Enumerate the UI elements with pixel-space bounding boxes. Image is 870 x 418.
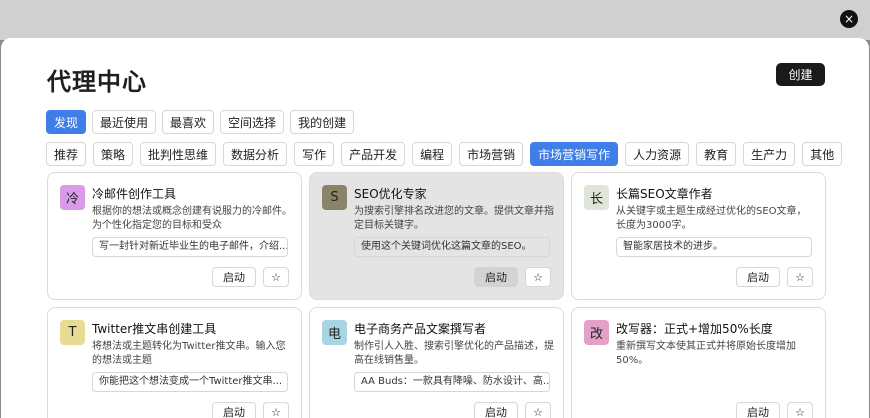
category-filter: 推荐 策略 批判性思维 数据分析 写作 产品开发 编程 市场营销 市场营销写作 人力资源 教育 生产力…: [46, 142, 843, 166]
category-3[interactable]: 数据分析: [223, 142, 288, 166]
category-10[interactable]: 教育: [696, 142, 737, 166]
agent-avatar-icon: 长: [584, 185, 609, 210]
tab-4[interactable]: 我的创建: [290, 110, 355, 134]
primary-tabs: 发现 最近使用 最喜欢 空间选择 我的创建: [46, 110, 355, 134]
agent-description: 重新撰写文本使其正式并将原始长度增加50%。: [616, 341, 796, 366]
agent-title: 电子商务产品文案撰写者: [354, 322, 487, 336]
category-11[interactable]: 生产力: [743, 142, 796, 166]
agent-description: 制作引人入胜、搜索引擎优化的产品描述，提高在线销售量。: [354, 341, 554, 366]
tab-2[interactable]: 最喜欢: [162, 110, 215, 134]
agent-title: 冷邮件创作工具: [92, 187, 177, 201]
backdrop: [0, 0, 870, 40]
star-icon[interactable]: ☆: [263, 402, 289, 418]
category-6[interactable]: 编程: [412, 142, 453, 166]
agent-card-grid: 冷冷邮件创作工具根据你的想法或概念创建有说服力的冷邮件。为个性化指定您的目标和受…: [47, 172, 827, 418]
star-icon[interactable]: ☆: [525, 267, 551, 287]
example-prompt-input[interactable]: 写一封针对新近毕业生的电子邮件，介绍...: [92, 237, 288, 257]
star-icon[interactable]: ☆: [787, 267, 813, 287]
start-button[interactable]: 启动: [212, 267, 256, 287]
category-1[interactable]: 策略: [93, 142, 134, 166]
category-4[interactable]: 写作: [294, 142, 335, 166]
agent-card[interactable]: T Twitter推文串创建工具将想法或主题转化为Twitter推文串。输入您的想…: [47, 307, 302, 418]
star-icon[interactable]: ☆: [525, 402, 551, 418]
agent-description: 将想法或主题转化为Twitter推文串。输入您的想法或主题: [92, 341, 286, 366]
category-5[interactable]: 产品开发: [341, 142, 406, 166]
category-8[interactable]: 市场营销写作: [530, 142, 619, 166]
agent-title: 改写器：正式+增加50%长度: [616, 322, 773, 336]
category-0[interactable]: 推荐: [46, 142, 87, 166]
category-7[interactable]: 市场营销: [459, 142, 524, 166]
agent-avatar-icon: 冷: [60, 185, 85, 210]
agent-center-modal: 代理中心 创建 发现 最近使用 最喜欢 空间选择 我的创建 推荐 策略 批判性思维 数据分析写…: [1, 38, 869, 418]
agent-title: Twitter推文串创建工具: [92, 322, 217, 336]
agent-description: 为搜索引擎排名改进您的文章。提供文章并指定目标关键字。: [354, 206, 554, 231]
start-button[interactable]: 启动: [736, 402, 780, 418]
start-button[interactable]: 启动: [474, 267, 518, 287]
tab-1[interactable]: 最近使用: [92, 110, 157, 134]
agent-description: 根据你的想法或概念创建有说服力的冷邮件。为个性化指定您的目标和受众: [92, 206, 292, 231]
agent-avatar-icon: S: [322, 185, 347, 210]
close-icon[interactable]: ×: [840, 10, 858, 28]
tab-0[interactable]: 发现: [46, 110, 87, 134]
agent-avatar-icon: T: [60, 320, 85, 345]
agent-avatar-icon: 电: [322, 320, 347, 345]
example-prompt-input[interactable]: AA Buds：一款具有降噪、防水设计、高...: [354, 372, 550, 392]
start-button[interactable]: 启动: [474, 402, 518, 418]
example-prompt-input[interactable]: 使用这个关键词优化这篇文章的SEO。: [354, 237, 550, 257]
agent-card[interactable]: 电电子商务产品文案撰写者制作引人入胜、搜索引擎优化的产品描述，提高在线销售量。 A…: [309, 307, 564, 418]
tab-3[interactable]: 空间选择: [220, 110, 285, 134]
create-button[interactable]: 创建: [776, 63, 825, 86]
start-button[interactable]: 启动: [212, 402, 256, 418]
example-prompt-input[interactable]: 智能家居技术的进步。: [616, 237, 812, 257]
agent-card[interactable]: 长长篇SEO文章作者从关键字或主题生成经过优化的SEO文章，长度为3000字。智…: [571, 172, 826, 300]
category-2[interactable]: 批判性思维: [140, 142, 217, 166]
agent-description: 从关键字或主题生成经过优化的SEO文章，长度为3000字。: [616, 206, 807, 231]
category-9[interactable]: 人力资源: [625, 142, 690, 166]
agent-card[interactable]: 冷冷邮件创作工具根据你的想法或概念创建有说服力的冷邮件。为个性化指定您的目标和受…: [47, 172, 302, 300]
category-12[interactable]: 其他: [802, 142, 843, 166]
example-prompt-input[interactable]: 你能把这个想法变成一个Twitter推文串...: [92, 372, 288, 392]
agent-title: SEO优化专家: [354, 187, 427, 201]
agent-card[interactable]: S SEO优化专家为搜索引擎排名改进您的文章。提供文章并指定目标关键字。使用这个关…: [309, 172, 564, 300]
start-button[interactable]: 启动: [736, 267, 780, 287]
agent-avatar-icon: 改: [584, 320, 609, 345]
agent-title: 长篇SEO文章作者: [616, 187, 713, 201]
star-icon[interactable]: ☆: [263, 267, 289, 287]
page-title: 代理中心: [47, 68, 147, 96]
agent-card[interactable]: 改改写器：正式+增加50%长度重新撰写文本使其正式并将原始长度增加50%。启动 ☆: [571, 307, 826, 418]
star-icon[interactable]: ☆: [787, 402, 813, 418]
